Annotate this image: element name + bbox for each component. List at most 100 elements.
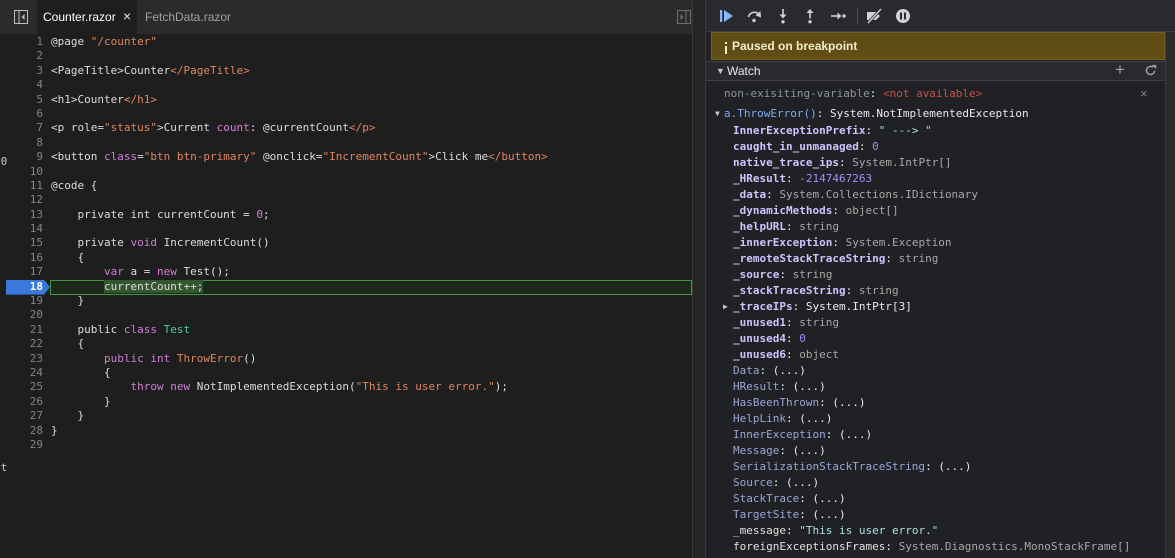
line-number[interactable]: 12 [0,193,43,207]
line-number[interactable]: 26 [0,395,43,409]
debugger-panel-toggle-icon[interactable] [676,9,692,25]
line-number[interactable]: 17 [0,265,43,279]
watch-row[interactable]: HasBeenThrown: (...) [706,395,1165,411]
line-number[interactable]: 19 [0,294,43,308]
line-number[interactable]: 24 [0,366,43,380]
code-line[interactable]: 11 @code { [0,179,692,193]
watch-row[interactable]: _unused1: string [706,315,1165,331]
code-line[interactable]: 23 public int ThrowError() [0,352,692,366]
pause-on-exceptions-button[interactable] [895,8,911,24]
code-line[interactable]: 28} [0,424,692,438]
code-line[interactable]: 15 private void IncrementCount() [0,236,692,250]
watch-row[interactable]: _helpURL: string [706,219,1165,235]
line-number[interactable]: 13 [0,208,43,222]
watch-row[interactable]: StackTrace: (...) [706,491,1165,507]
code-line[interactable]: 3 <PageTitle>Counter</PageTitle> [0,64,692,78]
code-line[interactable]: 9 <button class="btn btn-primary" @onclic… [0,150,692,164]
triangle-right-icon[interactable]: ▶ [723,299,728,315]
code-line[interactable]: 25 throw new NotImplementedException("Th… [0,380,692,394]
line-number[interactable]: 3 [0,64,43,78]
line-number[interactable]: 15 [0,236,43,250]
line-number[interactable]: 27 [0,409,43,423]
line-number[interactable]: 18 [0,280,43,294]
code-line[interactable]: 1 @page "/counter" [0,35,692,49]
line-number[interactable]: 1 [0,35,43,49]
watch-row[interactable]: _remoteStackTraceString: string [706,251,1165,267]
line-number[interactable]: 28 [0,424,43,438]
tab-counter-razor[interactable]: Counter.razor × [37,0,137,34]
code-line[interactable]: 5 <h1>Counter</h1> [0,93,692,107]
watch-row[interactable]: caught_in_unmanaged: 0 [706,139,1165,155]
watch-row[interactable]: _unused4: 0 [706,331,1165,347]
line-number[interactable]: 7 [0,121,43,135]
pane-splitter[interactable] [692,0,706,558]
line-number[interactable]: 8 [0,136,43,150]
line-number[interactable]: 20 [0,308,43,322]
step-into-button[interactable] [775,8,791,24]
line-number[interactable]: 25 [0,380,43,394]
line-number[interactable]: 22 [0,337,43,351]
watch-row[interactable]: _stackTraceString: string [706,283,1165,299]
code-line[interactable]: 10 [0,165,692,179]
watch-row[interactable]: Source: (...) [706,475,1165,491]
watch-row[interactable]: _message: "This is user error." [706,523,1165,539]
watch-row[interactable]: Data: (...) [706,363,1165,379]
watch-row[interactable]: foreignExceptionsFrames: System.Diagnost… [706,539,1165,555]
resume-button[interactable] [719,8,735,24]
watch-row[interactable]: _unused6: object [706,347,1165,363]
code-line[interactable]: 6 [0,107,692,121]
watch-row[interactable]: InnerExceptionPrefix: " ---> " [706,123,1165,139]
remove-watch-button[interactable]: × [1140,84,1148,104]
code-line[interactable]: 22 { [0,337,692,351]
watch-row[interactable]: _innerException: System.Exception [706,235,1165,251]
code-line[interactable]: 16 { [0,251,692,265]
watch-row[interactable]: _source: string [706,267,1165,283]
line-number[interactable]: 23 [0,352,43,366]
watch-row[interactable]: HelpLink: (...) [706,411,1165,427]
line-number[interactable]: 14 [0,222,43,236]
code-line[interactable]: 7 <p role="status">Current count: @curren… [0,121,692,135]
code-line[interactable]: 18 currentCount++; [0,279,692,295]
line-number[interactable]: 29 [0,438,43,452]
code-line[interactable]: 24 { [0,366,692,380]
tab-fetchdata-razor[interactable]: FetchData.razor [137,0,237,34]
step-over-button[interactable] [746,8,762,24]
line-number[interactable]: 21 [0,323,43,337]
line-number[interactable]: 6 [0,107,43,121]
code-line[interactable]: 4 [0,78,692,92]
triangle-down-icon[interactable]: ▼ [715,104,720,123]
line-number[interactable]: 11 [0,179,43,193]
code-line[interactable]: 17 var a = new Test(); [0,265,692,279]
code-line[interactable]: 26 } [0,395,692,409]
line-number[interactable]: 2 [0,49,43,63]
line-number[interactable]: 9 [0,150,43,164]
code-line[interactable]: 27 } [0,409,692,423]
code-line[interactable]: 8 [0,136,692,150]
code-line[interactable]: 14 [0,222,692,236]
code-line[interactable]: 20 [0,308,692,322]
refresh-icon[interactable] [1144,64,1157,77]
watch-row[interactable]: ▶ _traceIPs: System.IntPtr[3] [706,299,1165,315]
line-number[interactable]: 4 [0,78,43,92]
step-out-button[interactable] [802,8,818,24]
line-number[interactable]: 16 [0,251,43,265]
sidebar-toggle-icon[interactable] [13,9,29,25]
debugger-scrollbar[interactable] [1165,32,1175,558]
add-watch-button[interactable]: + [1115,61,1125,79]
code-line[interactable]: 21 public class Test [0,323,692,337]
watch-row[interactable]: SerializationStackTraceString: (...) [706,459,1165,475]
line-number[interactable]: 10 [0,165,43,179]
watch-row[interactable]: Message: (...) [706,443,1165,459]
watch-row[interactable]: InnerException: (...) [706,427,1165,443]
deactivate-breakpoints-button[interactable] [866,7,883,25]
code-line[interactable]: 2 [0,49,692,63]
watch-row[interactable]: _HResult: -2147467263 [706,171,1165,187]
code-line[interactable]: 29 [0,438,692,452]
watch-section-header[interactable]: ▼ Watch + [706,61,1165,81]
step-button[interactable] [830,8,846,24]
close-icon[interactable]: × [123,8,131,24]
line-number[interactable]: 5 [0,93,43,107]
code-line[interactable]: 19 } [0,294,692,308]
code-line[interactable]: 13 private int currentCount = 0; [0,208,692,222]
watch-row[interactable]: HResult: (...) [706,379,1165,395]
